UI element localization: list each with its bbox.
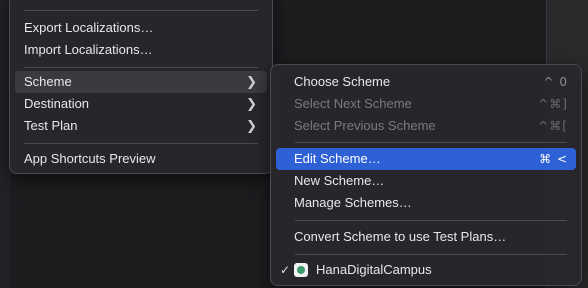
screen: Export Localizations… Import Localizatio… xyxy=(0,0,588,288)
menu-separator xyxy=(295,220,567,221)
menu-item-manage-schemes[interactable]: Manage Schemes… xyxy=(276,192,576,214)
menu-item-label: Scheme xyxy=(24,74,72,89)
menu-item-label: Manage Schemes… xyxy=(294,195,412,210)
menu-separator xyxy=(24,143,258,144)
shortcut-label: ^⌘[ xyxy=(538,119,568,133)
menu-item-label: Choose Scheme xyxy=(294,74,391,89)
shortcut-label: ^⌘] xyxy=(538,97,568,111)
menu-separator xyxy=(24,67,258,68)
menu-item-destination[interactable]: Destination ❯ xyxy=(15,93,267,115)
menu-separator xyxy=(295,254,567,255)
menu-item-new-scheme[interactable]: New Scheme… xyxy=(276,170,576,192)
menu-item-select-previous-scheme: Select Previous Scheme ^⌘[ xyxy=(276,115,576,137)
menu-item-test-plan[interactable]: Test Plan ❯ xyxy=(15,115,267,137)
menu-item-edit-scheme[interactable]: Edit Scheme… ⌘ < xyxy=(276,148,576,170)
menu-item-choose-scheme[interactable]: Choose Scheme ^ 0 xyxy=(276,71,576,93)
menu-separator xyxy=(24,10,258,11)
menu-item-convert-scheme[interactable]: Convert Scheme to use Test Plans… xyxy=(276,226,576,248)
menu-item-export-localizations[interactable]: Export Localizations… xyxy=(15,17,267,39)
shortcut-label: ^ 0 xyxy=(543,75,568,89)
menu-item-label: Convert Scheme to use Test Plans… xyxy=(294,229,507,244)
menu-item-app-shortcuts-preview[interactable]: App Shortcuts Preview xyxy=(15,148,267,170)
scheme-submenu: Choose Scheme ^ 0 Select Next Scheme ^⌘]… xyxy=(270,64,582,286)
menu-item-label: HanaDigitalCampus xyxy=(316,262,432,277)
menu-item-import-localizations[interactable]: Import Localizations… xyxy=(15,39,267,61)
chevron-right-icon: ❯ xyxy=(246,96,257,111)
menu-item-select-next-scheme: Select Next Scheme ^⌘] xyxy=(276,93,576,115)
chevron-right-icon: ❯ xyxy=(246,74,257,89)
menu-item-label: App Shortcuts Preview xyxy=(24,151,156,166)
menu-item-label: Test Plan xyxy=(24,118,78,133)
menu-separator xyxy=(295,142,567,143)
menu-item-scheme[interactable]: Scheme ❯ xyxy=(15,71,267,93)
menu-item-label: Import Localizations… xyxy=(24,42,153,57)
shortcut-label: ⌘ < xyxy=(539,152,568,166)
checkmark-icon: ✓ xyxy=(280,263,291,277)
menu-item-label: Select Previous Scheme xyxy=(294,118,436,133)
product-menu: Export Localizations… Import Localizatio… xyxy=(9,0,273,174)
app-target-icon xyxy=(294,263,308,277)
menu-item-scheme-hanadigitalcampus[interactable]: ✓ HanaDigitalCampus xyxy=(276,259,576,281)
menu-item-label: Select Next Scheme xyxy=(294,96,412,111)
menu-item-label: Destination xyxy=(24,96,90,111)
chevron-right-icon: ❯ xyxy=(246,118,257,133)
menu-item-label: New Scheme… xyxy=(294,173,385,188)
menu-item-label: Export Localizations… xyxy=(24,20,154,35)
menu-item-label: Edit Scheme… xyxy=(294,151,381,166)
